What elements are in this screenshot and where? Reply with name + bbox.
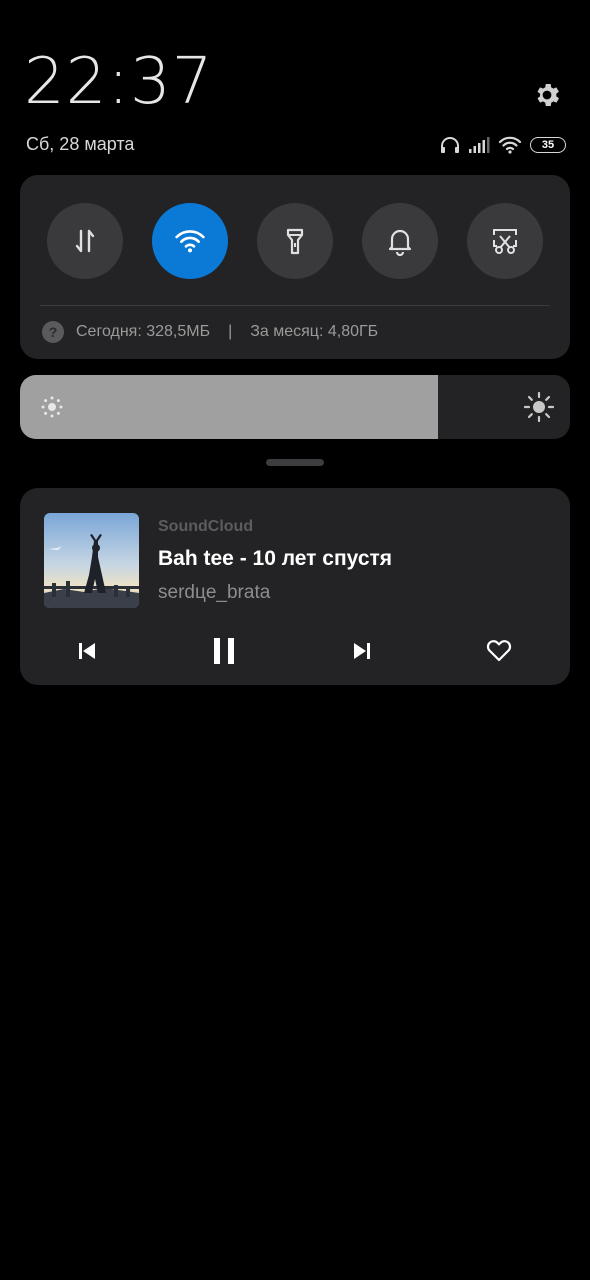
media-app-name: SoundCloud: [158, 518, 254, 535]
brightness-low-icon: [41, 396, 63, 418]
clock: 22:37: [24, 45, 214, 119]
toggle-mobile-data[interactable]: [47, 203, 123, 279]
brightness-slider[interactable]: [20, 375, 570, 439]
media-artist: serdцe_brata: [158, 582, 271, 603]
flashlight-icon: [286, 228, 304, 255]
data-usage-today: Сегодня: 328,5МБ: [76, 323, 211, 340]
toggle-wifi[interactable]: [152, 203, 228, 279]
data-transfer-icon: [75, 229, 95, 253]
quick-settings-panel: ? Сегодня: 328,5МБ | За месяц: 4,80ГБ: [20, 175, 570, 359]
gear-icon: [537, 84, 559, 106]
pause-icon: [214, 638, 234, 664]
battery-level: 35: [541, 138, 555, 151]
signal-icon: [469, 137, 490, 153]
date: Сб, 28 марта: [26, 134, 135, 154]
data-usage-month: За месяц: 4,80ГБ: [250, 323, 379, 340]
media-track-title: Bah tee - 10 лет спустя: [158, 547, 393, 570]
wifi-icon: [175, 230, 205, 253]
battery-icon: 35: [530, 137, 566, 153]
data-usage-row[interactable]: ? Сегодня: 328,5МБ | За месяц: 4,80ГБ: [42, 320, 378, 344]
next-button[interactable]: [342, 631, 382, 671]
like-button[interactable]: [479, 631, 519, 671]
toggle-screenshot[interactable]: [467, 203, 543, 279]
media-notification[interactable]: SoundCloud Bah tee - 10 лет спустя serdц…: [20, 488, 570, 685]
headphones-icon: [441, 137, 459, 153]
data-usage-separator: |: [228, 323, 233, 340]
album-art: [44, 513, 139, 608]
pause-button[interactable]: [204, 631, 244, 671]
status-bar-icons: 35: [440, 134, 566, 156]
settings-button[interactable]: [532, 80, 566, 114]
divider: [40, 305, 550, 306]
wifi-icon: [498, 136, 522, 154]
heart-icon: [486, 640, 512, 662]
previous-icon: [79, 643, 95, 659]
notification-shade: 22:37 Сб, 28 марта 35 ? Сегодня: 328,5МБ…: [0, 0, 590, 1280]
brightness-fill: [20, 375, 438, 439]
previous-button[interactable]: [67, 631, 107, 671]
help-icon: ?: [42, 321, 64, 343]
brightness-high-icon: [524, 392, 554, 422]
toggle-ringer[interactable]: [362, 203, 438, 279]
scissors-screenshot-icon: [493, 229, 517, 254]
bell-icon: [388, 229, 412, 256]
toggle-flashlight[interactable]: [257, 203, 333, 279]
next-icon: [354, 643, 370, 659]
drag-handle[interactable]: [266, 459, 324, 466]
